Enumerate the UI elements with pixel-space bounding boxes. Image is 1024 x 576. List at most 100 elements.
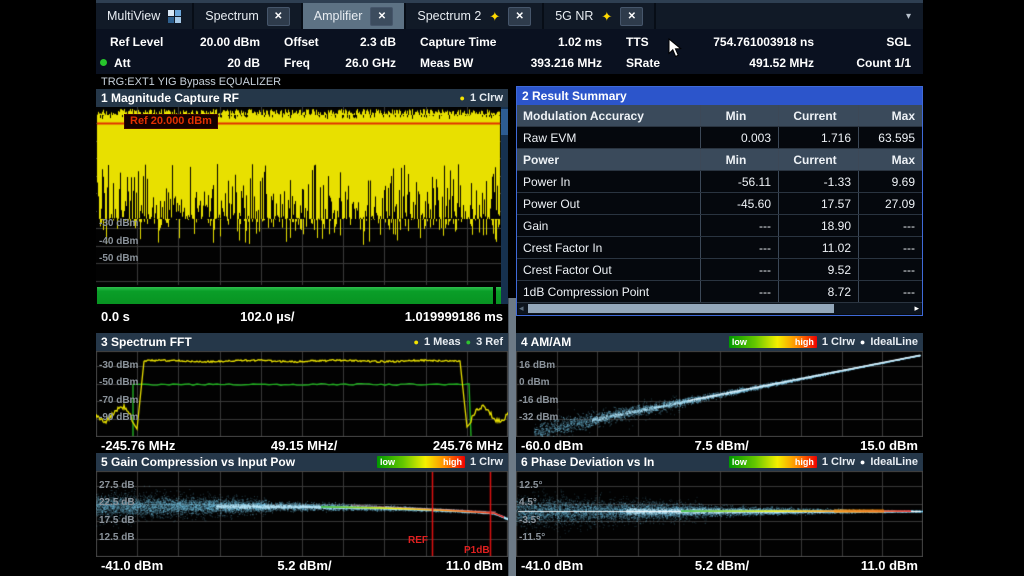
tab-multiview[interactable]: MultiView — [96, 3, 194, 29]
am-am-canvas[interactable] — [516, 351, 923, 437]
p1db-marker-label: P1dB — [464, 545, 490, 556]
gain-compression-canvas[interactable] — [96, 471, 508, 557]
field-offset[interactable]: Offset 2.3 dB — [270, 31, 406, 52]
ideal-line-label: IdealLine — [870, 456, 918, 468]
capture-scrollbar[interactable] — [501, 107, 508, 304]
x-start: -41.0 dBm — [521, 558, 583, 573]
tab-spectrum[interactable]: Spectrum ✕ — [194, 3, 303, 29]
x-per-div: 5.2 dBm/ — [695, 558, 749, 573]
ideal-line-dot-icon: ● — [860, 338, 865, 347]
table-section-row: Modulation Accuracy Min Current Max — [517, 105, 922, 127]
trace-label: 1 Clrw — [822, 336, 855, 348]
table-row: 1dB Compression Point --- 8.72 --- — [517, 281, 922, 303]
close-icon[interactable]: ✕ — [370, 7, 393, 26]
x-stop: 1.019999186 ms — [405, 309, 503, 324]
att-led-icon — [100, 59, 107, 66]
trace-label: 1 Clrw — [470, 456, 503, 468]
pane-splitter[interactable] — [508, 298, 516, 576]
x-start: -245.76 MHz — [101, 438, 175, 453]
y-tick: 0 dBm — [519, 377, 550, 388]
tab-spectrum2[interactable]: Spectrum 2 ✦ ✕ — [406, 3, 544, 29]
analyzer-screen: MultiView Spectrum ✕ Amplifier ✕ Spectru… — [96, 0, 923, 576]
window-am-am: 4 AM/AM low high 1 Clrw ● IdealLine 16 d… — [516, 333, 923, 453]
tab-label: Spectrum 2 — [417, 9, 481, 23]
ref-marker-label: REF — [408, 535, 428, 546]
y-tick: -11.5° — [519, 532, 545, 543]
table-h-scrollbar[interactable]: ◂ ▸ — [518, 303, 921, 314]
x-stop: 245.76 MHz — [433, 438, 503, 453]
y-tick: 16 dBm — [519, 360, 555, 371]
fft-canvas[interactable] — [96, 351, 508, 437]
phase-deviation-plot[interactable]: 12.5° 4.5° -3.5° -11.5° — [516, 471, 923, 557]
window-title-bar[interactable]: 2 Result Summary — [517, 87, 922, 105]
y-tick: -70 dBm — [99, 395, 138, 406]
analysis-region-bar[interactable] — [97, 287, 501, 304]
fft-plot[interactable]: -30 dBm -50 dBm -70 dBm -90 dBm — [96, 351, 508, 437]
y-tick: -30 dBm — [99, 218, 138, 229]
field-meas-bw[interactable]: Meas BW 393.216 MHz — [406, 52, 612, 73]
field-ref-level[interactable]: Ref Level 20.00 dBm — [96, 31, 270, 52]
y-tick: -30 dBm — [99, 360, 138, 371]
trace-label: 1 Clrw — [822, 456, 855, 468]
header-bar: Ref Level 20.00 dBm Offset 2.3 dB Captur… — [96, 29, 923, 74]
magnitude-canvas[interactable] — [96, 107, 508, 307]
y-tick: -3.5° — [519, 515, 540, 526]
trace-dot-icon: ● — [460, 94, 465, 103]
table-row: Raw EVM 0.003 1.716 63.595 — [517, 127, 922, 149]
sweep-count: Count 1/1 — [824, 52, 923, 73]
multiview-grid-icon — [168, 10, 181, 23]
table-row: Crest Factor Out --- 9.52 --- — [517, 259, 922, 281]
window-title-bar[interactable]: 6 Phase Deviation vs In low high 1 Clrw … — [516, 453, 923, 471]
x-axis-row: -41.0 dBm 5.2 dBm/ 11.0 dBm — [96, 557, 508, 573]
window-title-bar[interactable]: 4 AM/AM low high 1 Clrw ● IdealLine — [516, 333, 923, 351]
y-tick: -50 dBm — [99, 253, 138, 264]
window-title-bar[interactable]: 3 Spectrum FFT ● 1 Meas ● 3 Ref — [96, 333, 508, 351]
trace-dot-icon: ● — [466, 338, 471, 347]
tab-bar: MultiView Spectrum ✕ Amplifier ✕ Spectru… — [96, 0, 923, 29]
gradient-high-label: high — [795, 457, 814, 467]
window-title: 6 Phase Deviation vs In — [521, 455, 654, 469]
close-icon[interactable]: ✕ — [620, 7, 643, 26]
field-att[interactable]: Att 20 dB — [96, 52, 270, 73]
scroll-left-icon[interactable]: ◂ — [519, 303, 524, 314]
y-tick: 22.5 dB — [99, 497, 135, 508]
tab-label: Spectrum — [205, 9, 259, 23]
gradient-high-label: high — [795, 337, 814, 347]
x-stop: 11.0 dBm — [861, 558, 918, 573]
star-icon: ✦ — [489, 10, 500, 23]
tab-label: MultiView — [107, 9, 160, 23]
gradient-high-label: high — [443, 457, 462, 467]
y-tick: 27.5 dB — [99, 480, 135, 491]
window-title-bar[interactable]: 1 Magnitude Capture RF ● 1 Clrw — [96, 89, 508, 107]
scroll-right-icon[interactable]: ▸ — [914, 303, 919, 314]
field-tts[interactable]: TTS 754.761003918 ns — [612, 31, 824, 52]
scrollbar-thumb[interactable] — [528, 304, 834, 313]
trigger-status-line: TRG:EXT1 YIG Bypass EQUALIZER — [96, 74, 281, 89]
gain-compression-plot[interactable]: 27.5 dB 22.5 dB 17.5 dB 12.5 dB REF P1dB — [96, 471, 508, 557]
field-capture-time[interactable]: Capture Time 1.02 ms — [406, 31, 612, 52]
x-per-div: 102.0 µs/ — [240, 309, 294, 324]
magnitude-plot[interactable]: Ref 20.000 dBm -30 dBm -40 dBm -50 dBm — [96, 107, 508, 307]
y-tick: 17.5 dB — [99, 515, 135, 526]
y-tick: -32 dBm — [519, 412, 558, 423]
window-spectrum-fft: 3 Spectrum FFT ● 1 Meas ● 3 Ref -30 dBm … — [96, 333, 508, 453]
tab-overflow-button[interactable]: ▾ — [894, 3, 923, 29]
close-icon[interactable]: ✕ — [508, 7, 531, 26]
tab-amplifier[interactable]: Amplifier ✕ — [303, 3, 407, 29]
x-stop: 15.0 dBm — [860, 438, 918, 453]
phase-deviation-canvas[interactable] — [516, 471, 923, 557]
am-am-plot[interactable]: 16 dBm 0 dBm -16 dBm -32 dBm — [516, 351, 923, 437]
close-icon[interactable]: ✕ — [267, 7, 290, 26]
field-srate[interactable]: SRate 491.52 MHz — [612, 52, 824, 73]
ref-level-line-label: Ref 20.000 dBm — [124, 114, 218, 129]
x-per-div: 7.5 dBm/ — [695, 438, 749, 453]
x-start: -41.0 dBm — [101, 558, 163, 573]
ideal-line-dot-icon: ● — [860, 458, 865, 467]
window-title-bar[interactable]: 5 Gain Compression vs Input Pow low high… — [96, 453, 508, 471]
tab-5gnr[interactable]: 5G NR ✦ ✕ — [544, 3, 656, 29]
x-stop: 11.0 dBm — [446, 558, 503, 573]
field-freq[interactable]: Freq 26.0 GHz — [270, 52, 406, 73]
gradient-low-label: low — [732, 337, 747, 347]
capture-scrollbar-thumb[interactable] — [501, 109, 508, 135]
x-start: -60.0 dBm — [521, 438, 583, 453]
